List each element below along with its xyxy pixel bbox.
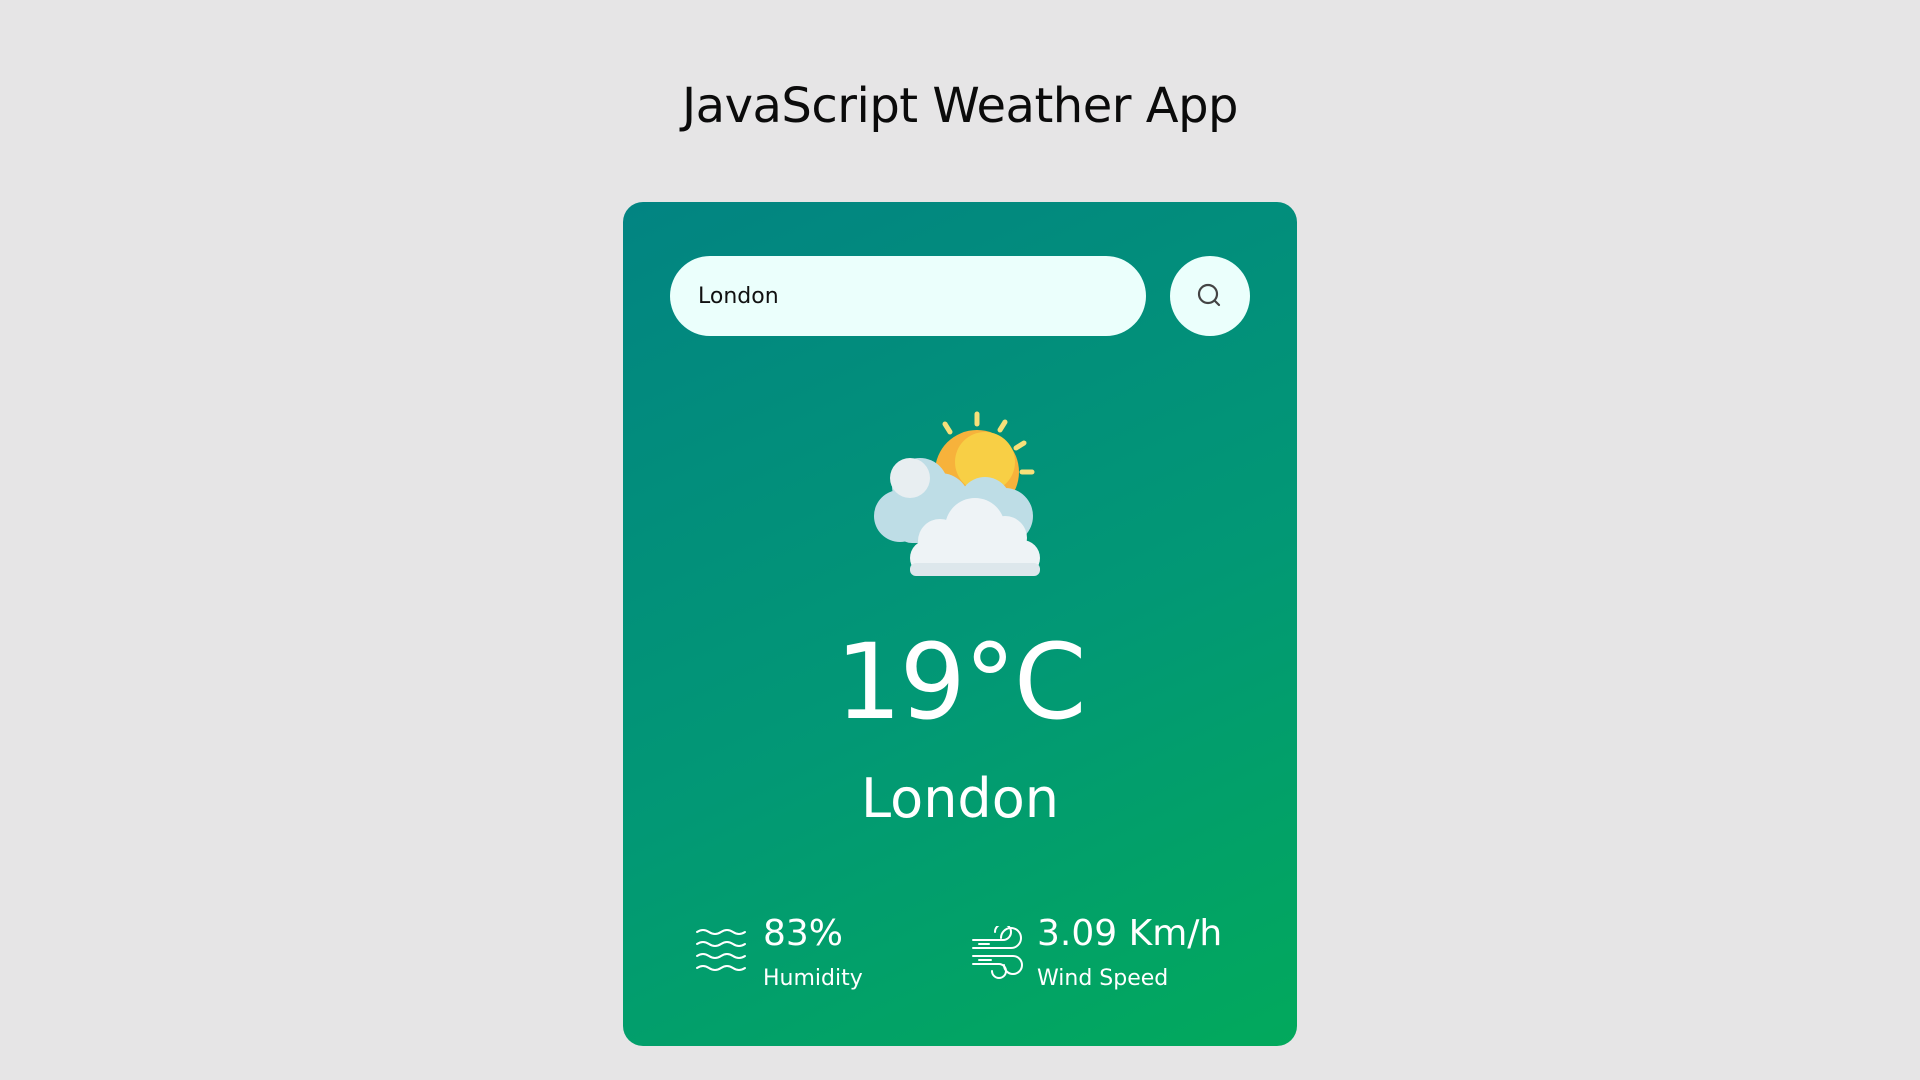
humidity-stat: 83% Humidity	[695, 908, 915, 991]
humidity-label: Humidity	[763, 966, 863, 991]
wind-speed-value: 3.09 Km/h	[1037, 913, 1223, 954]
humidity-waves-icon	[695, 926, 751, 980]
city-search-input[interactable]	[670, 256, 1146, 336]
city-name: London	[861, 767, 1059, 830]
search-bar	[670, 256, 1250, 336]
weather-card: 19°C London 83% Humidity	[623, 202, 1297, 1046]
page-title: JavaScript Weather App	[682, 78, 1239, 134]
search-icon	[1195, 281, 1225, 311]
temperature-value: 19°C	[835, 621, 1087, 743]
wind-speed-label: Wind Speed	[1037, 966, 1169, 991]
wind-stat: 3.09 Km/h Wind Speed	[969, 908, 1259, 991]
partly-cloudy-icon	[865, 408, 1055, 578]
humidity-value: 83%	[763, 913, 844, 954]
search-button[interactable]	[1170, 256, 1250, 336]
wind-icon	[969, 923, 1025, 986]
